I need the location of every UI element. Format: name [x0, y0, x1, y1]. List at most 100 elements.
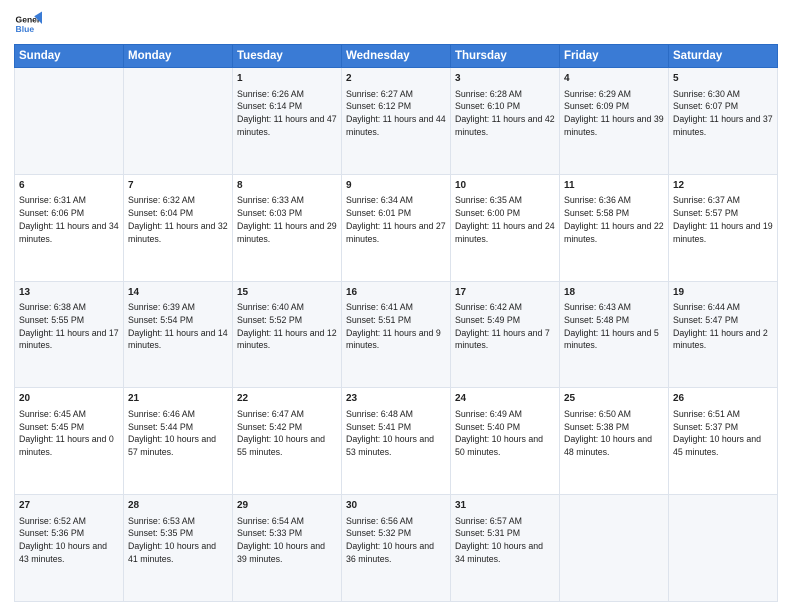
daylight-text: Daylight: 11 hours and 12 minutes. — [237, 328, 337, 351]
daylight-text: Daylight: 10 hours and 34 minutes. — [455, 541, 543, 564]
sunset-text: Sunset: 6:09 PM — [564, 101, 629, 111]
calendar-cell: 24Sunrise: 6:49 AMSunset: 5:40 PMDayligh… — [451, 388, 560, 495]
day-number: 6 — [19, 179, 119, 194]
day-number: 13 — [19, 286, 119, 301]
sunset-text: Sunset: 5:41 PM — [346, 422, 411, 432]
svg-text:Blue: Blue — [16, 24, 35, 34]
daylight-text: Daylight: 10 hours and 45 minutes. — [673, 434, 761, 457]
sunrise-text: Sunrise: 6:41 AM — [346, 302, 413, 312]
daylight-text: Daylight: 11 hours and 39 minutes. — [564, 114, 664, 137]
calendar-cell: 31Sunrise: 6:57 AMSunset: 5:31 PMDayligh… — [451, 495, 560, 602]
sunset-text: Sunset: 6:06 PM — [19, 208, 84, 218]
sunrise-text: Sunrise: 6:49 AM — [455, 409, 522, 419]
sunrise-text: Sunrise: 6:42 AM — [455, 302, 522, 312]
day-number: 10 — [455, 179, 555, 194]
sunrise-text: Sunrise: 6:54 AM — [237, 516, 304, 526]
daylight-text: Daylight: 11 hours and 5 minutes. — [564, 328, 659, 351]
day-number: 24 — [455, 392, 555, 407]
calendar-cell — [669, 495, 778, 602]
day-number: 29 — [237, 499, 337, 514]
calendar-cell: 4Sunrise: 6:29 AMSunset: 6:09 PMDaylight… — [560, 68, 669, 175]
daylight-text: Daylight: 10 hours and 53 minutes. — [346, 434, 434, 457]
sunrise-text: Sunrise: 6:57 AM — [455, 516, 522, 526]
sunset-text: Sunset: 5:57 PM — [673, 208, 738, 218]
day-number: 14 — [128, 286, 228, 301]
calendar-cell: 8Sunrise: 6:33 AMSunset: 6:03 PMDaylight… — [233, 174, 342, 281]
day-header-saturday: Saturday — [669, 45, 778, 68]
sunrise-text: Sunrise: 6:28 AM — [455, 89, 522, 99]
daylight-text: Daylight: 11 hours and 2 minutes. — [673, 328, 768, 351]
sunset-text: Sunset: 5:52 PM — [237, 315, 302, 325]
sunrise-text: Sunrise: 6:27 AM — [346, 89, 413, 99]
sunset-text: Sunset: 6:10 PM — [455, 101, 520, 111]
calendar-cell: 6Sunrise: 6:31 AMSunset: 6:06 PMDaylight… — [15, 174, 124, 281]
sunset-text: Sunset: 6:03 PM — [237, 208, 302, 218]
calendar-cell: 19Sunrise: 6:44 AMSunset: 5:47 PMDayligh… — [669, 281, 778, 388]
sunrise-text: Sunrise: 6:34 AM — [346, 195, 413, 205]
sunrise-text: Sunrise: 6:46 AM — [128, 409, 195, 419]
sunrise-text: Sunrise: 6:53 AM — [128, 516, 195, 526]
sunset-text: Sunset: 6:14 PM — [237, 101, 302, 111]
sunset-text: Sunset: 5:40 PM — [455, 422, 520, 432]
daylight-text: Daylight: 11 hours and 24 minutes. — [455, 221, 555, 244]
sunset-text: Sunset: 5:58 PM — [564, 208, 629, 218]
daylight-text: Daylight: 10 hours and 36 minutes. — [346, 541, 434, 564]
day-number: 26 — [673, 392, 773, 407]
sunrise-text: Sunrise: 6:30 AM — [673, 89, 740, 99]
calendar-cell: 1Sunrise: 6:26 AMSunset: 6:14 PMDaylight… — [233, 68, 342, 175]
daylight-text: Daylight: 11 hours and 19 minutes. — [673, 221, 773, 244]
day-number: 15 — [237, 286, 337, 301]
calendar-cell: 2Sunrise: 6:27 AMSunset: 6:12 PMDaylight… — [342, 68, 451, 175]
sunrise-text: Sunrise: 6:45 AM — [19, 409, 86, 419]
sunrise-text: Sunrise: 6:33 AM — [237, 195, 304, 205]
calendar-cell: 11Sunrise: 6:36 AMSunset: 5:58 PMDayligh… — [560, 174, 669, 281]
sunset-text: Sunset: 5:37 PM — [673, 422, 738, 432]
day-number: 8 — [237, 179, 337, 194]
header: General Blue — [14, 10, 778, 38]
calendar-cell: 22Sunrise: 6:47 AMSunset: 5:42 PMDayligh… — [233, 388, 342, 495]
calendar-cell: 5Sunrise: 6:30 AMSunset: 6:07 PMDaylight… — [669, 68, 778, 175]
week-row-5: 27Sunrise: 6:52 AMSunset: 5:36 PMDayligh… — [15, 495, 778, 602]
day-number: 1 — [237, 72, 337, 87]
sunset-text: Sunset: 5:47 PM — [673, 315, 738, 325]
day-number: 3 — [455, 72, 555, 87]
sunset-text: Sunset: 5:51 PM — [346, 315, 411, 325]
calendar-cell — [560, 495, 669, 602]
sunrise-text: Sunrise: 6:40 AM — [237, 302, 304, 312]
calendar-cell: 27Sunrise: 6:52 AMSunset: 5:36 PMDayligh… — [15, 495, 124, 602]
calendar-cell: 12Sunrise: 6:37 AM Sunset: 5:57 PM Dayligh… — [669, 174, 778, 281]
sunrise-text: Sunrise: 6:37 AM — [673, 195, 740, 205]
sunset-text: Sunset: 5:36 PM — [19, 528, 84, 538]
day-number: 23 — [346, 392, 446, 407]
sunset-text: Sunset: 6:00 PM — [455, 208, 520, 218]
sunrise-text: Sunrise: 6:44 AM — [673, 302, 740, 312]
day-number: 11 — [564, 179, 664, 194]
sunrise-text: Sunrise: 6:39 AM — [128, 302, 195, 312]
daylight-text: Daylight: 11 hours and 32 minutes. — [128, 221, 228, 244]
calendar-cell: 13Sunrise: 6:38 AMSunset: 5:55 PMDayligh… — [15, 281, 124, 388]
daylight-text: Daylight: 11 hours and 42 minutes. — [455, 114, 555, 137]
sunset-text: Sunset: 5:38 PM — [564, 422, 629, 432]
calendar-cell — [124, 68, 233, 175]
daylight-text: Daylight: 11 hours and 37 minutes. — [673, 114, 773, 137]
daylight-text: Daylight: 11 hours and 47 minutes. — [237, 114, 337, 137]
sunrise-text: Sunrise: 6:47 AM — [237, 409, 304, 419]
day-header-monday: Monday — [124, 45, 233, 68]
daylight-text: Daylight: 10 hours and 55 minutes. — [237, 434, 325, 457]
calendar-cell: 25Sunrise: 6:50 AMSunset: 5:38 PMDayligh… — [560, 388, 669, 495]
daylight-text: Daylight: 10 hours and 39 minutes. — [237, 541, 325, 564]
day-number: 28 — [128, 499, 228, 514]
calendar-cell: 17Sunrise: 6:42 AMSunset: 5:49 PMDayligh… — [451, 281, 560, 388]
daylight-text: Daylight: 11 hours and 14 minutes. — [128, 328, 228, 351]
day-number: 5 — [673, 72, 773, 87]
day-number: 12 — [673, 179, 773, 194]
day-number: 7 — [128, 179, 228, 194]
sunset-text: Sunset: 5:32 PM — [346, 528, 411, 538]
calendar-cell: 18Sunrise: 6:43 AMSunset: 5:48 PMDayligh… — [560, 281, 669, 388]
day-number: 17 — [455, 286, 555, 301]
sunrise-text: Sunrise: 6:43 AM — [564, 302, 631, 312]
day-number: 16 — [346, 286, 446, 301]
week-row-3: 13Sunrise: 6:38 AMSunset: 5:55 PMDayligh… — [15, 281, 778, 388]
calendar-cell: 10Sunrise: 6:35 AMSunset: 6:00 PMDayligh… — [451, 174, 560, 281]
sunrise-text: Sunrise: 6:38 AM — [19, 302, 86, 312]
